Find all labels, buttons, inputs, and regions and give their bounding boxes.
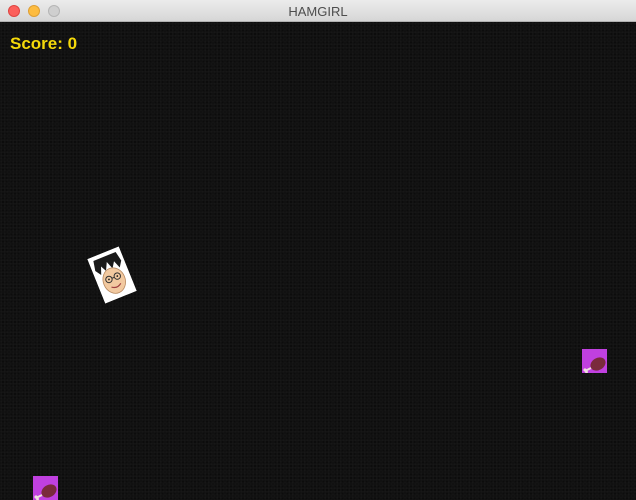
title-bar: HAMGIRL [0, 0, 636, 22]
ham-leg-icon [33, 476, 58, 500]
hamgirl-face-icon [87, 246, 137, 304]
game-window: HAMGIRL Score: 0 [0, 0, 636, 500]
ham-leg-icon [582, 349, 607, 373]
window-title: HAMGIRL [288, 4, 348, 19]
score-display: Score: 0 [10, 34, 78, 53]
game-canvas[interactable]: Score: 0 [0, 22, 636, 500]
